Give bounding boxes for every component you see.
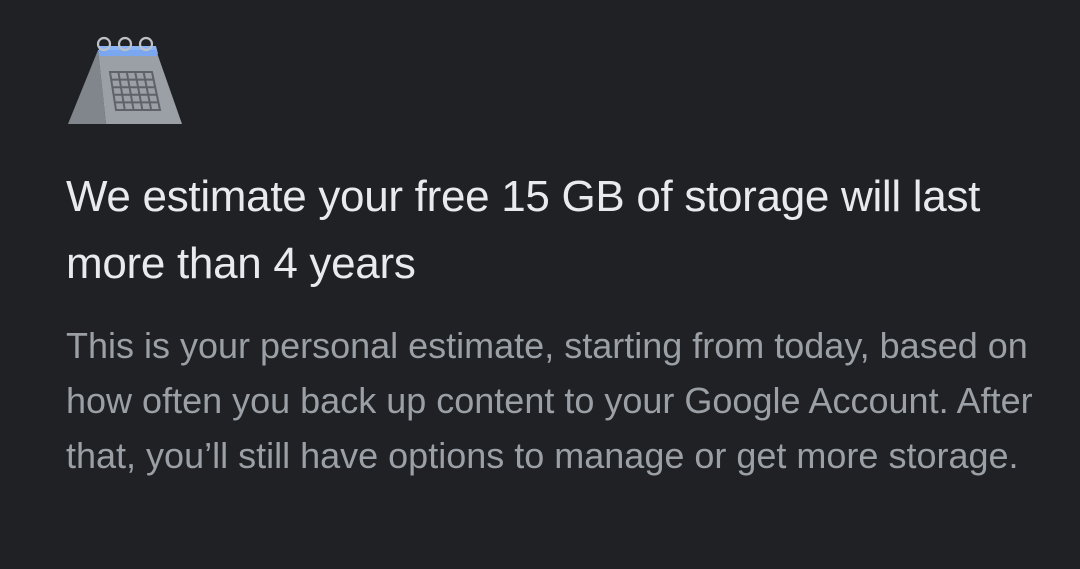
storage-estimate-card: We estimate your free 15 GB of storage w… <box>0 0 1080 569</box>
estimate-description: This is your personal estimate, starting… <box>66 325 1033 476</box>
estimate-headline: We estimate your free 15 GB of storage w… <box>66 172 981 288</box>
calendar-icon <box>66 34 186 126</box>
